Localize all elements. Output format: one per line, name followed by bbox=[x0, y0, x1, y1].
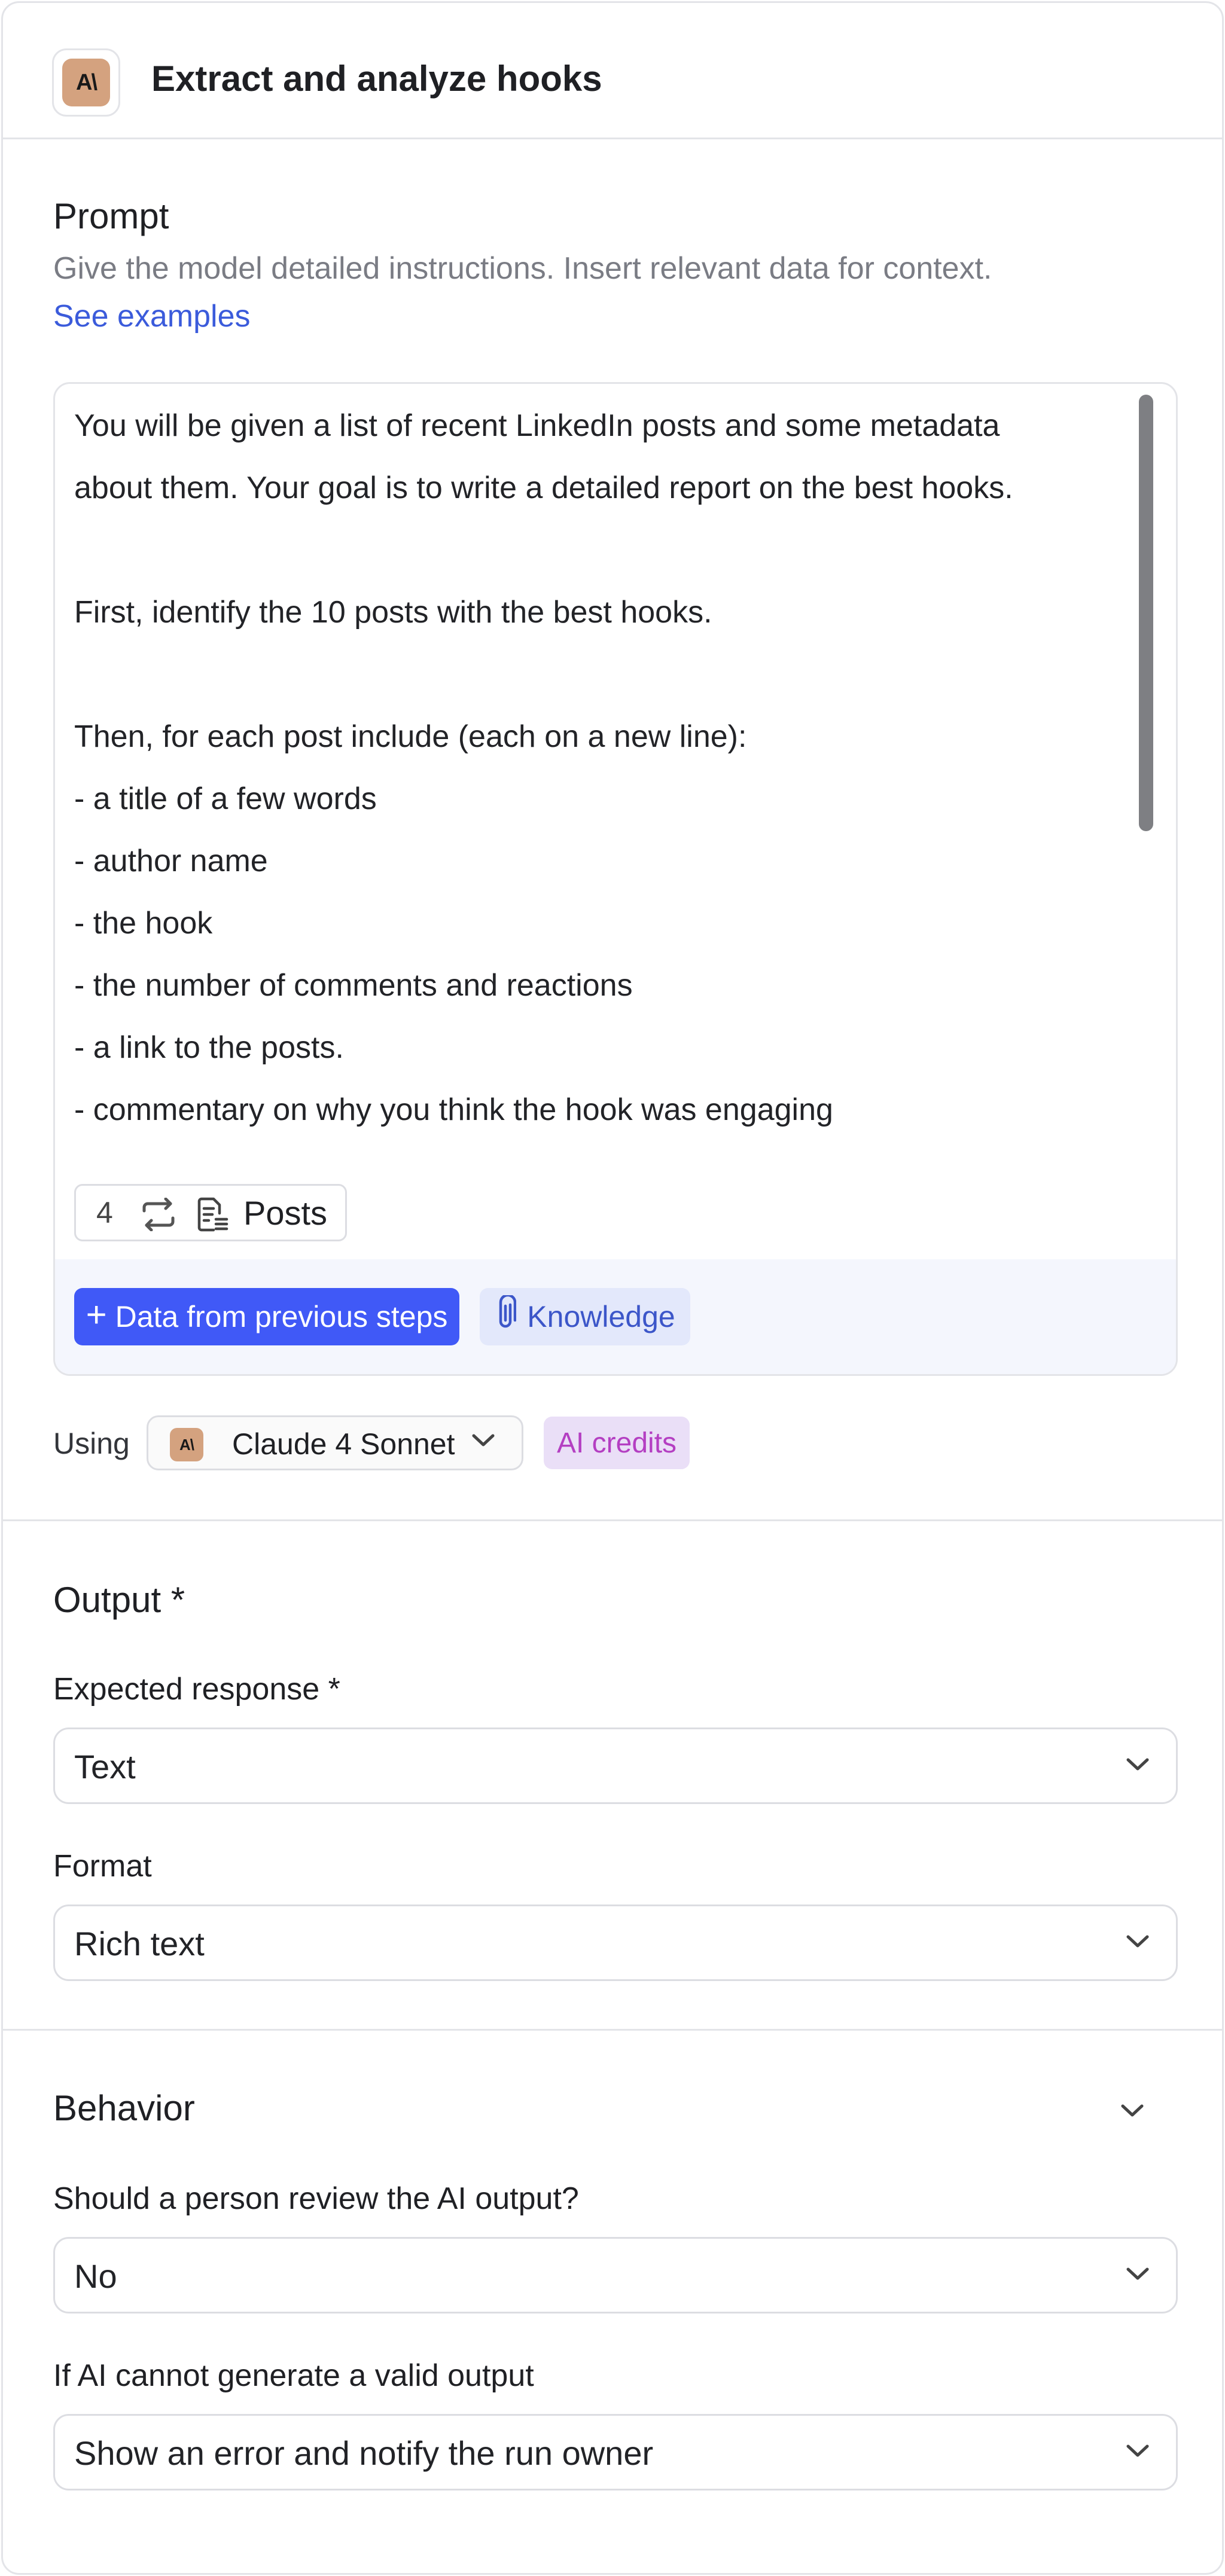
repeat-arrows-icon bbox=[141, 1197, 176, 1234]
prompt-description: Give the model detailed instructions. In… bbox=[53, 251, 992, 286]
claude-logo-icon: A\ bbox=[62, 59, 110, 106]
expected-response-label: Expected response * bbox=[53, 1672, 340, 1707]
paperclip-icon bbox=[495, 1293, 517, 1338]
prompt-line: - the number of comments and reactions bbox=[74, 968, 633, 1003]
review-value: No bbox=[74, 2257, 117, 2295]
prompt-section-title: Prompt bbox=[53, 196, 169, 236]
claude-app-icon: A\ bbox=[52, 48, 120, 117]
data-button-label: Data from previous steps bbox=[115, 1300, 448, 1333]
chevron-down-icon bbox=[1126, 1934, 1150, 1952]
prompt-line: - a title of a few words bbox=[74, 782, 377, 816]
posts-chip-label: Posts bbox=[243, 1194, 328, 1232]
data-from-previous-steps-button[interactable]: + Data from previous steps bbox=[74, 1288, 459, 1345]
behavior-collapse-chevron-icon[interactable] bbox=[1120, 2103, 1144, 2122]
prompt-line: - a link to the posts. bbox=[74, 1030, 344, 1065]
prompt-line: Then, for each post include (each on a n… bbox=[74, 719, 747, 754]
step-number: 4 bbox=[96, 1196, 113, 1229]
chevron-down-icon bbox=[471, 1433, 495, 1451]
knowledge-button-label: Knowledge bbox=[527, 1300, 675, 1333]
prompt-scrollbar[interactable] bbox=[1139, 395, 1153, 831]
section-divider bbox=[3, 2029, 1222, 2031]
prompt-line: about them. Your goal is to write a deta… bbox=[74, 471, 1013, 505]
format-select[interactable]: Rich text bbox=[53, 1904, 1178, 1981]
format-value: Rich text bbox=[74, 1925, 205, 1962]
prompt-line: - the hook bbox=[74, 906, 213, 941]
prompt-line: - author name bbox=[74, 844, 268, 878]
chevron-down-icon bbox=[1126, 1757, 1150, 1775]
prompt-line bbox=[74, 643, 1139, 706]
step-title[interactable]: Extract and analyze hooks bbox=[151, 58, 602, 99]
ai-credits-badge[interactable]: AI credits bbox=[544, 1417, 690, 1469]
step-config-panel: A\ Extract and analyze hooks Prompt Give… bbox=[1, 1, 1224, 2575]
prompt-text[interactable]: You will be given a list of recent Linke… bbox=[74, 395, 1139, 1141]
review-select[interactable]: No bbox=[53, 2237, 1178, 2313]
see-examples-link[interactable]: See examples bbox=[53, 298, 251, 334]
knowledge-button[interactable]: Knowledge bbox=[480, 1288, 690, 1345]
expected-response-select[interactable]: Text bbox=[53, 1727, 1178, 1804]
prompt-line bbox=[74, 519, 1139, 581]
using-label: Using bbox=[53, 1427, 130, 1460]
posts-variable-chip[interactable]: 4 Posts bbox=[74, 1184, 347, 1241]
format-label: Format bbox=[53, 1849, 152, 1884]
output-section-title: Output * bbox=[53, 1580, 185, 1620]
panel-header: A\ Extract and analyze hooks bbox=[3, 3, 1222, 139]
fallback-value: Show an error and notify the run owner bbox=[74, 2434, 654, 2472]
chevron-down-icon bbox=[1126, 2443, 1150, 2462]
model-name: Claude 4 Sonnet bbox=[232, 1427, 455, 1461]
claude-logo-icon: A\ bbox=[170, 1428, 203, 1461]
section-divider bbox=[3, 1519, 1222, 1521]
expected-response-value: Text bbox=[74, 1748, 136, 1786]
behavior-section-title: Behavior bbox=[53, 2088, 195, 2128]
prompt-editor[interactable]: You will be given a list of recent Linke… bbox=[53, 382, 1178, 1376]
fallback-label: If AI cannot generate a valid output bbox=[53, 2358, 534, 2393]
review-label: Should a person review the AI output? bbox=[53, 2181, 579, 2216]
document-list-icon bbox=[196, 1197, 229, 1235]
fallback-select[interactable]: Show an error and notify the run owner bbox=[53, 2414, 1178, 2490]
plus-icon: + bbox=[86, 1295, 107, 1335]
model-selector[interactable]: A\ Claude 4 Sonnet bbox=[147, 1415, 523, 1470]
prompt-line: - commentary on why you think the hook w… bbox=[74, 1092, 833, 1127]
prompt-line: First, identify the 10 posts with the be… bbox=[74, 595, 712, 630]
prompt-toolbar: + Data from previous steps Knowledge bbox=[55, 1259, 1176, 1374]
prompt-line: You will be given a list of recent Linke… bbox=[74, 408, 1000, 443]
chevron-down-icon bbox=[1126, 2266, 1150, 2285]
